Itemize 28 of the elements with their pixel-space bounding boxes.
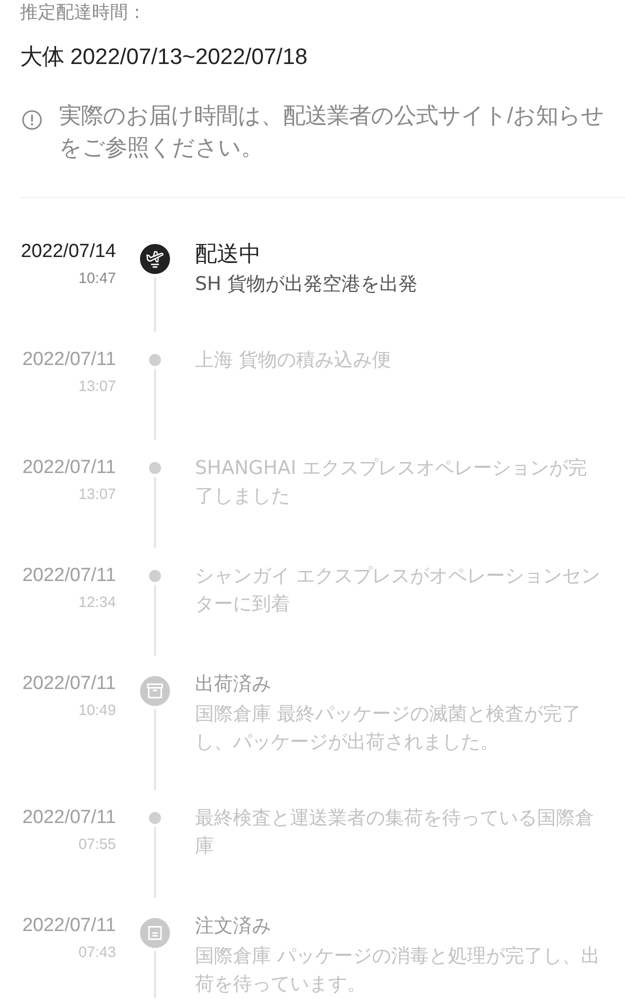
event-description: 最終検査と運送業者の集荷を待っている国際倉庫 bbox=[195, 806, 595, 859]
event-date: 2022/07/14 bbox=[20, 240, 116, 264]
event-date: 2022/07/11 bbox=[21, 914, 116, 938]
event-time: 07:55 bbox=[77, 835, 116, 855]
event-time: 12:34 bbox=[77, 593, 116, 613]
event-time: 13:07 bbox=[77, 485, 116, 505]
event-description: SHANGHAI エクスプレスオペレーションが完了しました bbox=[195, 456, 588, 509]
notice-text: 実際のお届け時間は、配送業者の公式サイト/お知らせをご参照ください。 bbox=[59, 102, 606, 162]
event-date: 2022/07/11 bbox=[21, 806, 116, 830]
event-time: 10:47 bbox=[77, 269, 116, 289]
event-time: 07:43 bbox=[77, 943, 116, 963]
event-description: 国際倉庫 最終パッケージの滅菌と検査が完了し、パッケージが出荷されました。 bbox=[195, 702, 582, 755]
exclamation-icon bbox=[22, 110, 42, 130]
event-time: 10:49 bbox=[77, 701, 116, 721]
event-title: 出荷済み bbox=[195, 673, 272, 697]
event-title: 配送中 bbox=[195, 240, 262, 268]
event-date: 2022/07/11 bbox=[21, 348, 116, 372]
event-date: 2022/07/11 bbox=[21, 564, 116, 588]
event-description: シャンガイ エクスプレスがオペレーションセンターに到着 bbox=[195, 564, 602, 617]
event-date: 2022/07/11 bbox=[21, 456, 116, 480]
event-description: 国際倉庫 パッケージの消毒と処理が完了し、出荷を待っています。 bbox=[195, 944, 602, 997]
event-description: 上海 貨物の積み込み便 bbox=[195, 348, 392, 373]
delivery-estimate-date: 大体 2022/07/13~2022/07/18 bbox=[20, 43, 308, 71]
delivery-estimate-label: 推定配達時間： bbox=[20, 1, 147, 24]
event-date: 2022/07/11 bbox=[21, 672, 116, 696]
event-title: 注文済み bbox=[195, 915, 272, 939]
event-time: 13:07 bbox=[77, 377, 116, 397]
event-description: SH 貨物が出発空港を出発 bbox=[195, 272, 418, 297]
